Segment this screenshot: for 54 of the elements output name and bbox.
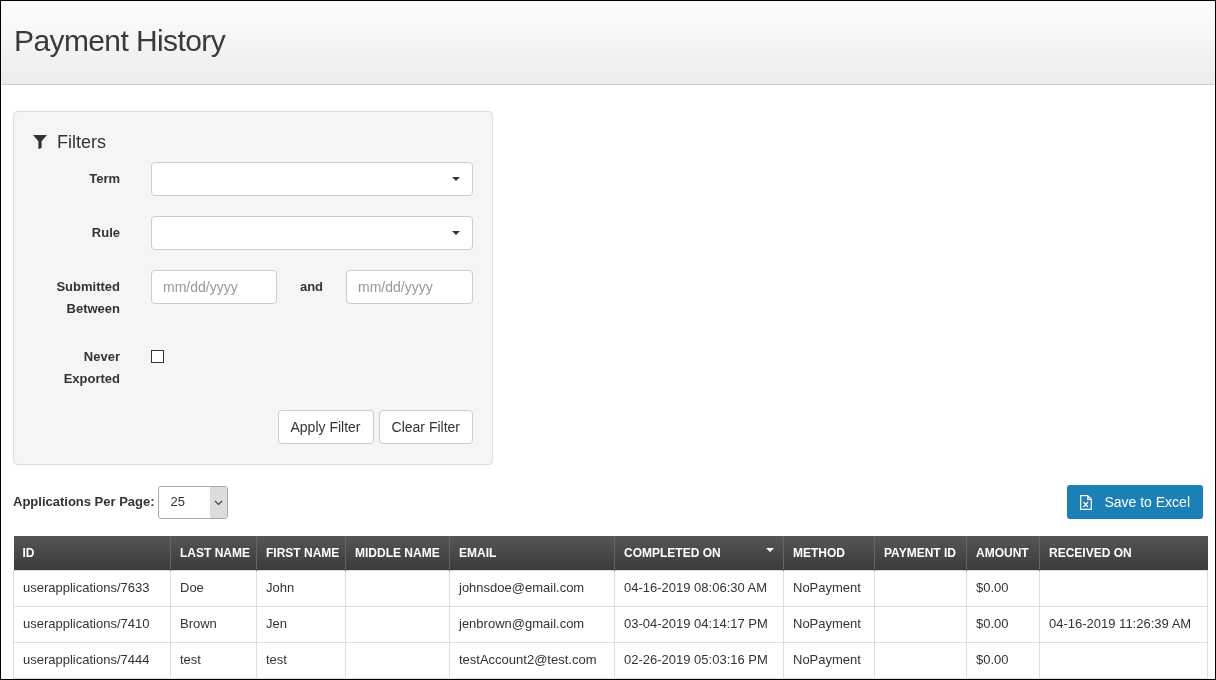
- column-header[interactable]: METHOD: [783, 536, 875, 570]
- table-cell: test: [170, 642, 257, 678]
- table-cell: NoPayment: [783, 606, 875, 642]
- table-cell: 04-16-2019 11:26:39 AM: [1039, 606, 1208, 642]
- filters-title: Filters: [57, 130, 106, 154]
- field-label: Submitted Between: [55, 278, 120, 318]
- table-cell: $0.00: [966, 606, 1040, 642]
- range-joiner-text: and: [298, 278, 325, 296]
- table-cell: 02-26-2019 05:03:16 PM: [614, 642, 784, 678]
- table-cell: userapplications/7444: [13, 642, 171, 678]
- caret-icon: [452, 177, 460, 181]
- column-header[interactable]: RECEIVED ON: [1039, 536, 1208, 570]
- column-header[interactable]: COMPLETED ON: [614, 536, 784, 570]
- column-header[interactable]: EMAIL: [449, 536, 615, 570]
- filter-button[interactable]: Apply Filter: [277, 410, 374, 444]
- table-cell: NoPayment: [783, 642, 875, 678]
- dropdown-field[interactable]: [151, 162, 473, 196]
- document-x-icon: [1080, 494, 1093, 510]
- chevron-down-icon: [209, 486, 227, 518]
- column-header[interactable]: LAST NAME: [170, 536, 257, 570]
- table-cell: johnsdoe@email.com: [449, 570, 615, 606]
- table-cell: Brown: [170, 606, 257, 642]
- table-cell: John: [256, 570, 346, 606]
- table-cell: userapplications/7410: [13, 606, 171, 642]
- field-label: Rule: [90, 224, 120, 242]
- filter-icon: [33, 135, 47, 149]
- table-cell: userapplications/7633: [13, 570, 171, 606]
- page-size-select[interactable]: 25: [157, 485, 228, 519]
- filter-button[interactable]: Clear Filter: [378, 410, 473, 444]
- table-cell: jenbrown@gmail.com: [449, 606, 615, 642]
- date-field[interactable]: mm/dd/yyyy: [151, 270, 277, 304]
- page-title: Payment History: [14, 25, 226, 59]
- caret-icon: [452, 231, 460, 235]
- table-cell: 04-16-2019 08:06:30 AM: [614, 570, 784, 606]
- date-field[interactable]: mm/dd/yyyy: [346, 270, 473, 304]
- table-cell: testAccount2@test.com: [449, 642, 615, 678]
- table-cell: test: [256, 642, 346, 678]
- dropdown-field[interactable]: [151, 216, 473, 250]
- column-header[interactable]: FIRST NAME: [256, 536, 346, 570]
- table-cell: NoPayment: [783, 570, 875, 606]
- table-cell: Jen: [256, 606, 346, 642]
- field-label: Never Exported: [62, 348, 120, 388]
- column-header[interactable]: MIDDLE NAME: [345, 536, 450, 570]
- column-header[interactable]: PAYMENT ID: [874, 536, 967, 570]
- table-cell: 03-04-2019 04:14:17 PM: [614, 606, 784, 642]
- table-cell: $0.00: [966, 570, 1040, 606]
- table-cell: $0.00: [966, 642, 1040, 678]
- column-header[interactable]: ID: [13, 536, 171, 570]
- field-label: Term: [88, 170, 120, 188]
- table-cell: Doe: [170, 570, 257, 606]
- save-to-excel-button[interactable]: Save to Excel: [1067, 485, 1203, 519]
- checkbox[interactable]: [151, 350, 164, 363]
- column-header[interactable]: AMOUNT: [966, 536, 1040, 570]
- page-size-label: Applications Per Page:: [13, 493, 155, 512]
